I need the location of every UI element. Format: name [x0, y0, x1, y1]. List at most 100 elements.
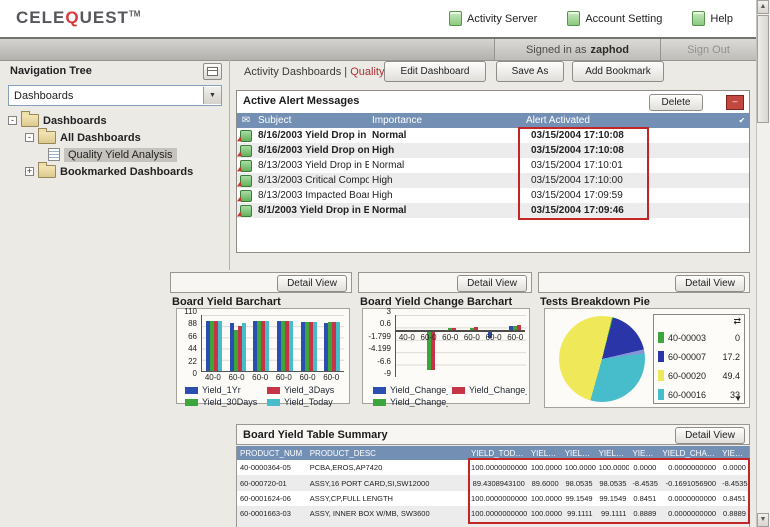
summary-column-header[interactable]: PRODUCT_DESC [307, 449, 468, 458]
detail-view-button-pie[interactable]: Detail View [675, 275, 745, 292]
tree-node-quality-yield-analysis[interactable]: Quality Yield Analysis [8, 146, 223, 163]
summary-column-header[interactable]: YIELD... [629, 449, 659, 458]
pie-legend-item: 40-000030 [654, 328, 744, 347]
alert-message-icon [240, 190, 252, 202]
summary-column-header[interactable]: YIELD_CHAN... [659, 449, 719, 458]
navigation-tree-title: Navigation Tree [10, 65, 92, 77]
legend-toggle-icon[interactable]: ⇄ [733, 316, 741, 327]
pie-legend-item: 60-0001633 [654, 385, 744, 404]
legend-item: Yield_Today [267, 397, 345, 407]
column-subject[interactable]: Subject [255, 115, 369, 126]
collapse-node-icon[interactable]: - [25, 133, 34, 142]
activity-server-icon [449, 11, 462, 26]
bar-Yield_Today [265, 321, 269, 371]
tree-node-dashboards[interactable]: - Dashboards [8, 112, 223, 129]
folder-icon [38, 165, 56, 178]
help-link[interactable]: Help [692, 11, 733, 26]
dashboard-tree: - Dashboards - All Dashboards Quality Yi… [8, 112, 223, 180]
alerts-title: Active Alert Messages [243, 95, 359, 107]
username: zaphod [591, 44, 630, 56]
tree-filter-dropdown[interactable]: Dashboards ▼ [8, 85, 222, 106]
add-bookmark-button[interactable]: Add Bookmark [572, 61, 664, 82]
pie-title: Tests Breakdown Pie [540, 296, 650, 308]
collapse-tree-button[interactable] [203, 63, 222, 80]
summary-column-header[interactable]: YIELD_... [528, 449, 562, 458]
navigation-tree-panel: Navigation Tree Dashboards ▼ - Dashboard… [0, 58, 230, 270]
tree-node-bookmarked-dashboards[interactable]: + Bookmarked Dashboards [8, 163, 223, 180]
header-links: Activity Server Account Setting Help [449, 11, 733, 26]
pie-legend-item: 60-0002049.4 [654, 366, 744, 385]
folder-icon [38, 131, 56, 144]
legend-item: Yield_Change_1Yr [373, 397, 448, 407]
sign-out-button[interactable]: Sign Out [660, 39, 757, 60]
selected-tree-item: Quality Yield Analysis [64, 148, 177, 162]
activity-server-link[interactable]: Activity Server [449, 11, 537, 26]
legend-swatch [373, 399, 386, 406]
yield-barchart-yaxis: 110886644220 [177, 311, 197, 373]
table-row[interactable]: 60-0001663-03ASSY, INNER BOX W/MB, SW360… [237, 506, 749, 521]
panel-icon [207, 67, 218, 76]
category-label: 60-0 [272, 373, 296, 382]
alert-message-icon [240, 175, 252, 187]
alerts-table-body: 8/16/2003 Yield Drop in ESS on 60-00...N… [237, 128, 749, 218]
collapse-node-icon[interactable]: - [8, 116, 17, 125]
scroll-up-icon[interactable]: ▲ [757, 0, 769, 14]
help-icon [692, 11, 705, 26]
summary-column-header[interactable]: PRODUCT_NUM [237, 449, 307, 458]
subject-column-icon: ✉ [237, 115, 255, 126]
category-label: 60-0 [319, 373, 343, 382]
alert-row[interactable]: 8/13/2003 Impacted Boards for 11-0000040… [237, 188, 749, 203]
legend-swatch [658, 389, 664, 400]
page-scrollbar[interactable]: ▲ ▼ [756, 0, 770, 527]
tests-breakdown-pie: ⇄ 40-00003060-0000717.260-0002049.460-00… [544, 308, 750, 408]
detail-view-button-summary[interactable]: Detail View [675, 427, 745, 444]
category-label: 60-0 [296, 373, 320, 382]
legend-swatch [658, 332, 664, 343]
breadcrumb-root[interactable]: Activity Dashboards [244, 66, 341, 78]
category-label: 60-0 [248, 373, 272, 382]
account-setting-link[interactable]: Account Setting [567, 11, 662, 26]
legend-swatch [185, 387, 198, 394]
yield-barchart-plot [201, 315, 344, 372]
scroll-down-icon[interactable]: ▼ [757, 513, 769, 527]
bar-Yield_Today [313, 322, 317, 371]
category-label: 40-0 [201, 373, 225, 382]
collapse-panel-button[interactable]: – [726, 95, 744, 110]
save-as-button[interactable]: Save As [496, 61, 564, 82]
legend-swatch [267, 399, 280, 406]
detail-view-button-change[interactable]: Detail View [457, 275, 527, 292]
alert-row[interactable]: 8/16/2003 Yield Drop on 60-0001663 ...Hi… [237, 143, 749, 158]
legend-more-icon[interactable]: ▼ [734, 394, 742, 403]
logo-accent-q: Q [65, 8, 79, 27]
bar-Yield_Today [218, 321, 222, 371]
table-row[interactable]: 40-0000364-05PCBA,EROS,AP7420100.0000000… [237, 460, 749, 475]
alerts-table-header: ✉ Subject Importance Alert Activated ✔ [237, 113, 749, 128]
summary-column-header[interactable]: YIELD_TODAY [468, 449, 528, 458]
alert-row[interactable]: 8/13/2003 Critical Component Failure (60… [237, 173, 749, 188]
bar-Yield_Today [289, 321, 293, 371]
pie-legend-box: ⇄ 40-00003060-0000717.260-0002049.460-00… [653, 314, 745, 404]
tree-node-all-dashboards[interactable]: - All Dashboards [8, 129, 223, 146]
signed-in-label: Signed in aszaphod [494, 39, 661, 60]
detail-view-button-yield[interactable]: Detail View [277, 275, 347, 292]
folder-icon [21, 114, 39, 127]
expand-node-icon[interactable]: + [25, 167, 34, 176]
edit-dashboard-button[interactable]: Edit Dashboard [384, 61, 486, 82]
summary-column-header[interactable]: YIELD_... [562, 449, 596, 458]
summary-table-body: 40-0000364-05PCBA,EROS,AP7420100.0000000… [237, 460, 749, 527]
check-column-icon: ✔ [735, 116, 749, 125]
top-header: CELEQUESTTM Activity Server Account Sett… [0, 0, 757, 37]
summary-column-header[interactable]: YIELD_... [596, 449, 630, 458]
table-row[interactable]: 60-000720-01ASSY,16 PORT CARD,SI,SW12000… [237, 475, 749, 490]
table-row[interactable]: 60-0001624-06ASSY,CP,FULL LENGTH100.0000… [237, 491, 749, 506]
alert-message-icon [240, 205, 252, 217]
column-importance[interactable]: Importance [369, 115, 523, 126]
summary-column-header[interactable]: YIELD... [719, 449, 749, 458]
delete-alert-button[interactable]: Delete [649, 94, 703, 111]
scrollbar-thumb[interactable] [757, 15, 769, 123]
alert-row[interactable]: 8/16/2003 Yield Drop in ESS on 60-00...N… [237, 128, 749, 143]
alert-row[interactable]: 8/13/2003 Yield Drop in ESS on 60-000200… [237, 158, 749, 173]
pie-chart [559, 316, 645, 402]
column-alert-activated[interactable]: Alert Activated [523, 115, 735, 126]
alert-row[interactable]: 8/1/2003 Yield Drop in ESS on 60-000...N… [237, 203, 749, 218]
